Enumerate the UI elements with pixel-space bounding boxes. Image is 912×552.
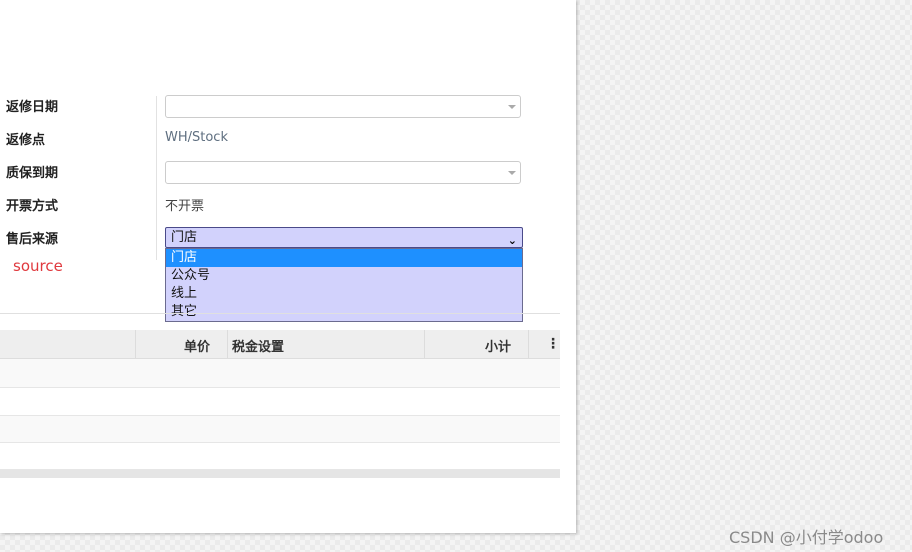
horizontal-scrollbar[interactable] [0,470,560,478]
invoice-method-label: 开票方式 [6,199,59,214]
warranty-date-field[interactable] [165,161,521,184]
option-other[interactable]: 其它 [166,303,522,321]
source-label: 售后来源 [6,232,59,247]
option-online[interactable]: 线上 [166,285,522,303]
table-row [0,388,560,416]
watermark: CSDN @小付学odoo [729,528,884,547]
column-separator [528,330,529,358]
label-divider [156,96,157,260]
warranty-date-label: 质保到期 [6,166,59,181]
invoice-method-value: 不开票 [165,199,205,214]
source-select-value: 门店 [171,230,198,245]
column-separator [424,330,425,358]
repair-point-label: 返修点 [6,133,46,148]
column-separator [227,330,228,358]
repair-point-value[interactable]: WH/Stock [165,130,228,145]
form-sheet: 返修日期 返修点 WH/Stock 质保到期 开票方式 不开票 售后来源 门店 … [0,0,576,533]
option-store[interactable]: 门店 [166,249,522,267]
option-official-account[interactable]: 公众号 [166,267,522,285]
source-select[interactable]: 门店 ⌄ [165,227,523,248]
column-separator [135,330,136,358]
caret-down-icon [508,171,516,175]
section-divider [0,313,560,314]
table-row [0,416,560,443]
repair-date-field[interactable] [165,95,521,118]
caret-down-icon [508,105,516,109]
table-row [0,443,560,470]
source-dropdown: 门店 公众号 线上 其它 [165,248,523,322]
column-subtotal[interactable]: 小计 [485,336,511,355]
kebab-icon[interactable]: ⋮ [546,336,560,352]
repair-date-label: 返修日期 [6,100,59,115]
source-annotation: source [13,257,63,275]
table-header: 单价 税金设置 小计 ⋮ [0,330,560,359]
column-unit-price[interactable]: 单价 [184,336,210,355]
column-tax-settings[interactable]: 税金设置 [232,336,284,355]
table-row [0,359,560,388]
